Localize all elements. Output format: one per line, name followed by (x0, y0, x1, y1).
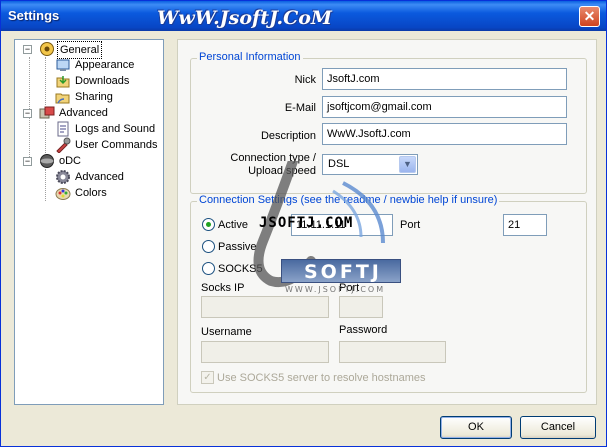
settings-tree[interactable]: − General Appearance Downloads Sharing −… (14, 39, 164, 405)
port-label: Port (400, 219, 421, 231)
title-bar[interactable]: Settings WwW.JsoftJ.CoM ✕ (1, 1, 606, 31)
email-label: E-Mail (284, 102, 316, 114)
chevron-down-icon[interactable]: ▼ (399, 156, 416, 173)
socks5-label: SOCKS5 (218, 263, 263, 275)
colors-icon (55, 188, 71, 200)
personal-information-group: Personal Information Nick JsoftJ.com E-M… (190, 51, 587, 194)
window-title: Settings (8, 8, 60, 23)
gear-icon (56, 170, 70, 184)
tree-item-label: oDC (59, 155, 82, 167)
tree-item-label: Sharing (75, 91, 113, 103)
logs-icon (57, 121, 69, 137)
cancel-button[interactable]: Cancel (520, 416, 596, 439)
active-label: Active (218, 219, 248, 231)
upload-speed-label: Upload speed (248, 165, 316, 177)
ok-button[interactable]: OK (440, 416, 512, 439)
resolve-hostnames-label: Use SOCKS5 server to resolve hostnames (217, 372, 426, 384)
sharing-icon (55, 93, 70, 104)
tree-item-label: Downloads (75, 75, 130, 87)
socks-port-label: Port (339, 282, 360, 294)
close-button[interactable]: ✕ (579, 6, 600, 27)
user-commands-icon (56, 137, 71, 153)
email-input[interactable]: jsoftjcom@gmail.com (322, 96, 567, 118)
resolve-hostnames-checkbox: ✓ (201, 371, 214, 384)
tree-item-label: User Commands (75, 139, 158, 151)
username-label: Username (201, 326, 252, 338)
tree-line (45, 121, 46, 153)
tree-item-label: Advanced (75, 171, 124, 183)
collapse-icon[interactable]: − (23, 45, 32, 54)
description-input[interactable]: WwW.JsoftJ.com (322, 123, 567, 145)
collapse-icon[interactable]: − (23, 109, 32, 118)
port-input[interactable]: 21 (503, 214, 547, 236)
selected-value: DSL (328, 158, 350, 170)
odc-icon (40, 154, 54, 168)
passive-label: Passive (218, 241, 257, 253)
appearance-icon (56, 59, 70, 71)
tree-item-label: Colors (75, 187, 107, 199)
connection-type-label: Connection type / (230, 152, 316, 164)
watermark-text: WwW.JsoftJ.CoM (157, 7, 332, 29)
group-title: Personal Information (197, 51, 303, 63)
nick-label: Nick (294, 74, 316, 86)
passive-radio[interactable] (202, 240, 215, 253)
ip-input[interactable]: 11.11.1.11 (291, 214, 393, 236)
password-input (339, 341, 446, 363)
collapse-icon[interactable]: − (23, 157, 32, 166)
tree-line (45, 169, 46, 201)
username-input (201, 341, 329, 363)
socks-port-input (339, 296, 383, 318)
description-label: Description (260, 130, 316, 142)
tree-item-label: Appearance (75, 59, 135, 71)
settings-window: Settings WwW.JsoftJ.CoM ✕ − General Appe… (0, 0, 607, 447)
active-radio[interactable] (202, 218, 215, 231)
group-title: Connection Settings (see the readme / ne… (197, 194, 500, 206)
advanced-icon (39, 106, 55, 119)
connection-settings-group: Connection Settings (see the readme / ne… (190, 194, 587, 393)
tree-item-label: Advanced (59, 107, 108, 119)
password-label: Password (339, 324, 388, 336)
socks5-radio[interactable] (202, 262, 215, 275)
tree-item-label: Logs and Sound (75, 123, 156, 135)
settings-panel: Personal Information Nick JsoftJ.com E-M… (177, 39, 597, 405)
socks-ip-label: Socks IP (201, 282, 245, 294)
nick-input[interactable]: JsoftJ.com (322, 68, 567, 90)
general-icon (40, 42, 54, 56)
downloads-icon (56, 76, 70, 88)
close-icon: ✕ (583, 8, 596, 24)
socks-ip-input (201, 296, 329, 318)
connection-type-select[interactable]: DSL ▼ (322, 154, 418, 175)
tree-line (45, 57, 46, 105)
